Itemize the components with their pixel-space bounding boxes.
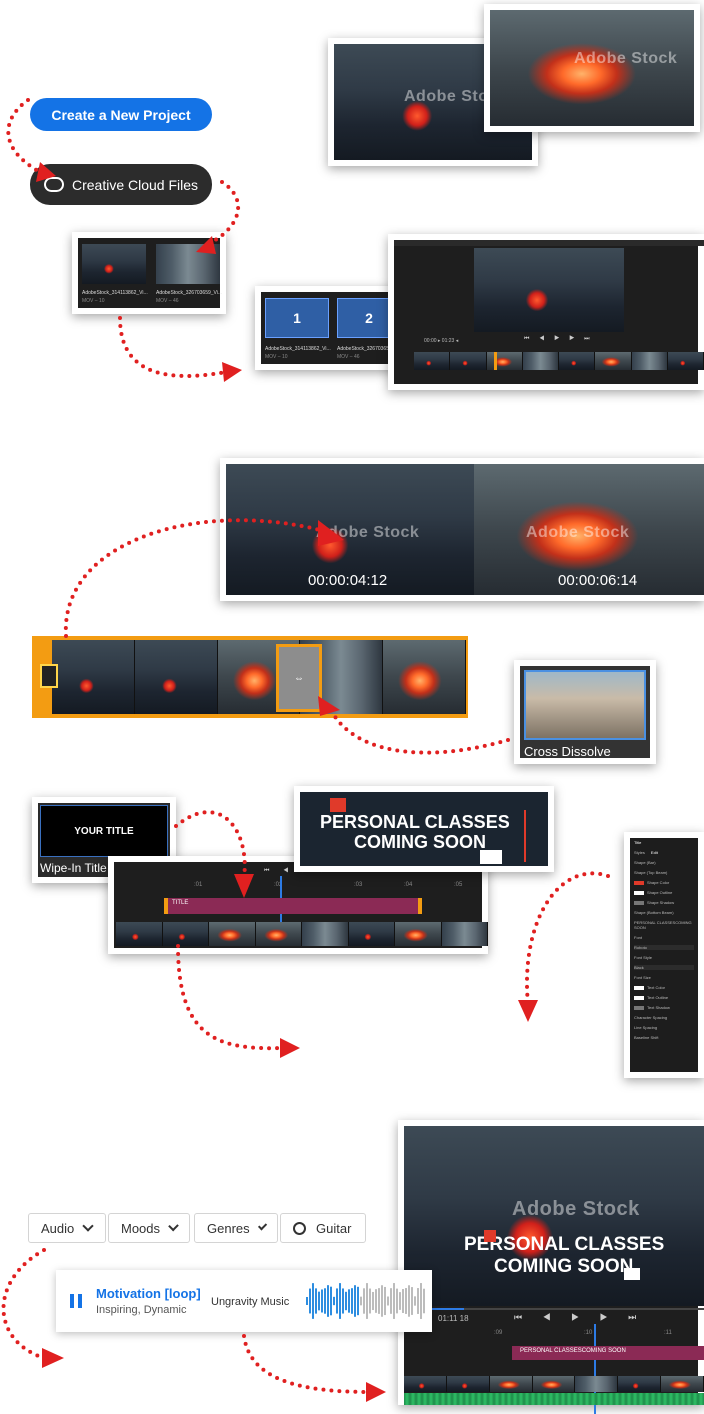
- flow-arrow: [242, 1334, 372, 1394]
- arrow-head: [318, 696, 340, 716]
- flow-arrow: [525, 871, 610, 1006]
- arrow-head: [518, 1000, 538, 1022]
- arrow-head: [42, 1348, 64, 1368]
- flow-arrow: [174, 810, 247, 880]
- arrow-head: [196, 236, 216, 254]
- flow-arrow: [6, 98, 42, 174]
- flow-arrow: [176, 944, 286, 1051]
- flow-arrow: [118, 316, 228, 379]
- arrow-head: [222, 362, 242, 382]
- arrow-head: [318, 520, 344, 546]
- flow-arrow: [63, 518, 322, 638]
- flow-arrow: [202, 180, 241, 248]
- arrow-head: [234, 874, 254, 898]
- flow-arrow: [1, 1248, 46, 1360]
- flow-arrow: [330, 710, 510, 755]
- flow-arrows: [1, 98, 610, 1402]
- arrow-head: [36, 162, 56, 182]
- arrow-head: [280, 1038, 300, 1058]
- arrow-head: [366, 1382, 386, 1402]
